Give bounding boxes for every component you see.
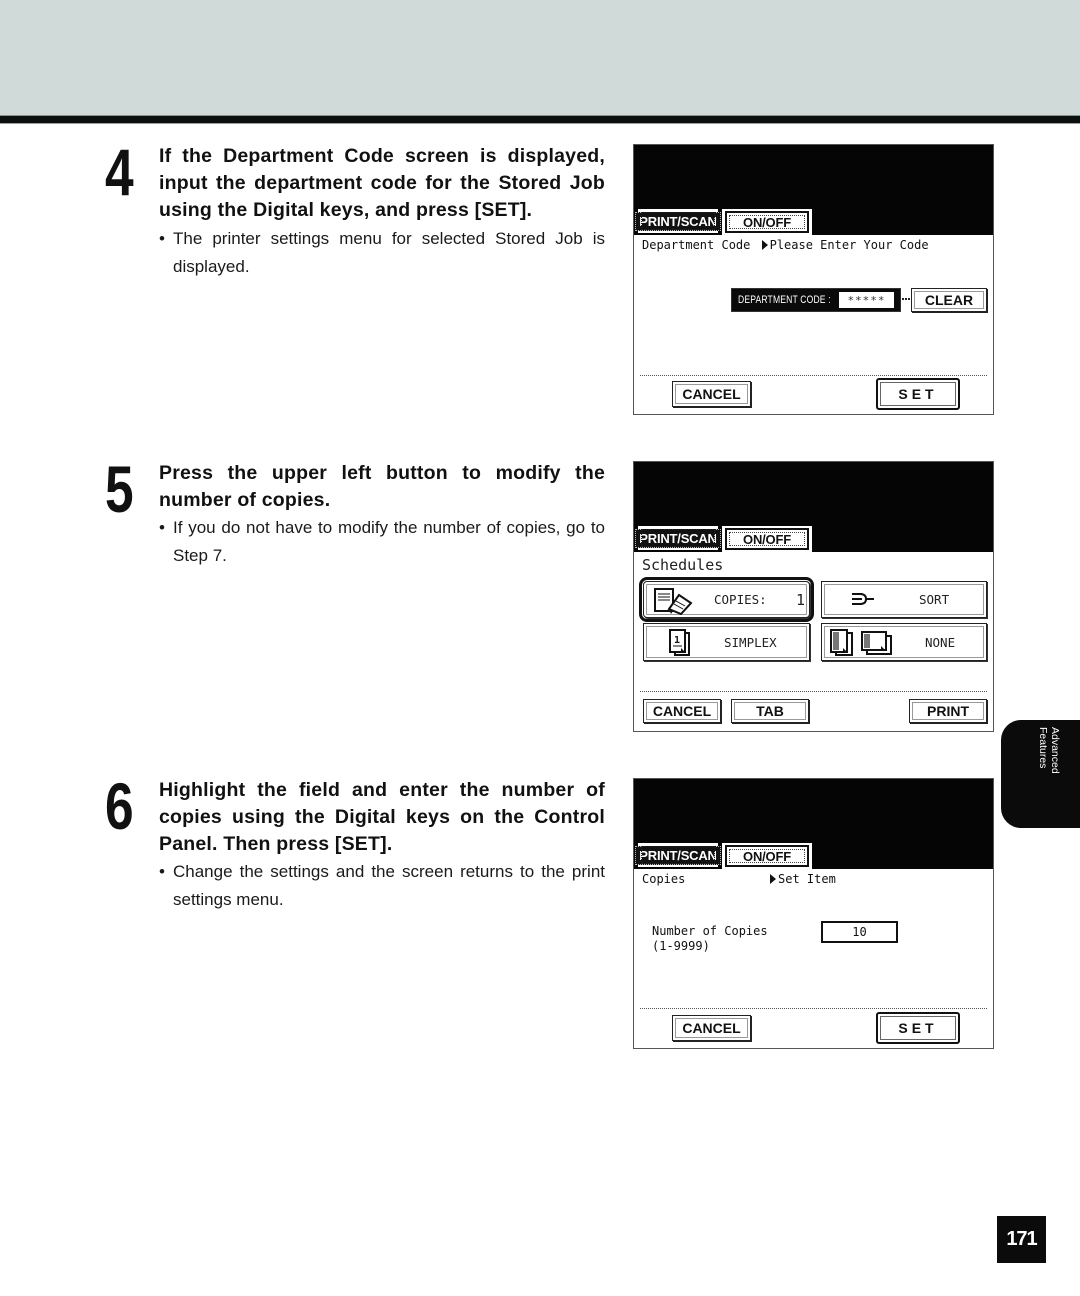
section-side-tab-label: Advanced Features bbox=[1037, 727, 1061, 774]
step-note: • The printer settings menu for selected … bbox=[159, 225, 605, 280]
step-title: Highlight the field and enter the number… bbox=[159, 779, 605, 855]
clear-button[interactable]: CLEAR bbox=[911, 288, 987, 312]
arrow-right-icon bbox=[770, 874, 776, 884]
bullet: • bbox=[159, 518, 165, 537]
step-note: • If you do not have to modify the number… bbox=[159, 514, 605, 569]
finishing-icon bbox=[830, 629, 892, 656]
separator bbox=[640, 375, 987, 376]
step-note: • Change the settings and the screen retu… bbox=[159, 858, 605, 913]
separator bbox=[640, 1008, 987, 1009]
step-number: 5 bbox=[105, 452, 134, 526]
simplex-icon: 1 bbox=[669, 629, 690, 656]
step-note-text: If you do not have to modify the number … bbox=[173, 518, 605, 565]
copies-button[interactable]: COPIES: 1 bbox=[639, 577, 814, 622]
tab-print-scan[interactable]: PRINT/SCAN bbox=[635, 526, 721, 550]
copies-value: 1 bbox=[796, 591, 806, 609]
tab-print-scan[interactable]: PRINT/SCAN bbox=[635, 843, 721, 867]
screen-heading-line: Department Code Please Enter Your Code bbox=[642, 238, 929, 252]
step-title: Press the upper left button to modify th… bbox=[159, 462, 605, 511]
cancel-button[interactable]: CANCEL bbox=[643, 699, 721, 723]
sort-label: SORT bbox=[919, 592, 950, 607]
screen-heading: Copies bbox=[642, 872, 686, 886]
tab-on-off[interactable]: ON/OFF bbox=[725, 845, 809, 867]
simplex-button[interactable]: 1 SIMPLEX bbox=[643, 623, 810, 661]
step-number: 6 bbox=[105, 769, 134, 843]
separator bbox=[640, 691, 987, 692]
tab-on-off[interactable]: ON/OFF bbox=[725, 211, 809, 233]
copies-icon bbox=[654, 588, 693, 615]
tab-button[interactable]: TAB bbox=[731, 699, 809, 723]
page-number: 171 bbox=[997, 1216, 1046, 1263]
screen-tabs: PRINT/SCAN ON/OFF bbox=[635, 843, 812, 869]
step-note-text: The printer settings menu for selected S… bbox=[173, 229, 605, 276]
cancel-button[interactable]: CANCEL bbox=[672, 1015, 751, 1041]
department-code-field[interactable]: DEPARTMENT CODE : ***** bbox=[731, 288, 901, 312]
set-button[interactable]: SET bbox=[876, 378, 960, 410]
finishing-button[interactable]: NONE bbox=[821, 623, 987, 661]
bullet: • bbox=[159, 229, 165, 248]
svg-text:1: 1 bbox=[674, 635, 680, 646]
screen-prompt: Set Item bbox=[778, 872, 836, 886]
simplex-label: SIMPLEX bbox=[724, 635, 777, 650]
sort-button[interactable]: SORT bbox=[821, 581, 987, 618]
copies-field-label: Number of Copies bbox=[652, 924, 768, 938]
department-code-label: DEPARTMENT CODE : bbox=[738, 294, 831, 306]
tab-on-off[interactable]: ON/OFF bbox=[725, 528, 809, 550]
copies-label: COPIES: bbox=[714, 592, 767, 607]
screen-tabs: PRINT/SCAN ON/OFF bbox=[635, 209, 812, 235]
schedules-screen: PRINT/SCAN ON/OFF Schedules COPIES: 1 SO… bbox=[633, 461, 994, 732]
bullet: • bbox=[159, 862, 165, 881]
arrow-right-icon bbox=[761, 240, 768, 250]
screen-tabs: PRINT/SCAN ON/OFF bbox=[635, 526, 812, 552]
copies-input[interactable]: 10 bbox=[821, 921, 898, 943]
step-title: If the Department Code screen is display… bbox=[159, 145, 605, 221]
header-rule bbox=[0, 115, 1080, 124]
connector-dots bbox=[902, 298, 910, 300]
screen-prompt-line: Set Item bbox=[766, 872, 836, 886]
screen-heading: Department Code bbox=[642, 238, 751, 252]
copies-screen: PRINT/SCAN ON/OFF Copies Set Item Number… bbox=[633, 778, 994, 1049]
cancel-button[interactable]: CANCEL bbox=[672, 381, 751, 407]
page-header-band bbox=[0, 0, 1080, 115]
print-button[interactable]: PRINT bbox=[909, 699, 987, 723]
screen-heading: Schedules bbox=[642, 556, 724, 574]
step-note-text: Change the settings and the screen retur… bbox=[173, 862, 605, 909]
screen-prompt: Please Enter Your Code bbox=[769, 238, 929, 252]
department-code-value: ***** bbox=[839, 292, 894, 308]
department-code-screen: PRINT/SCAN ON/OFF Department Code Please… bbox=[633, 144, 994, 415]
sort-icon bbox=[852, 593, 874, 605]
copies-field-range: (1-9999) bbox=[652, 939, 710, 953]
finishing-label: NONE bbox=[925, 635, 956, 650]
tab-print-scan[interactable]: PRINT/SCAN bbox=[635, 209, 721, 233]
set-button[interactable]: SET bbox=[876, 1012, 960, 1044]
step-number: 4 bbox=[105, 135, 134, 209]
